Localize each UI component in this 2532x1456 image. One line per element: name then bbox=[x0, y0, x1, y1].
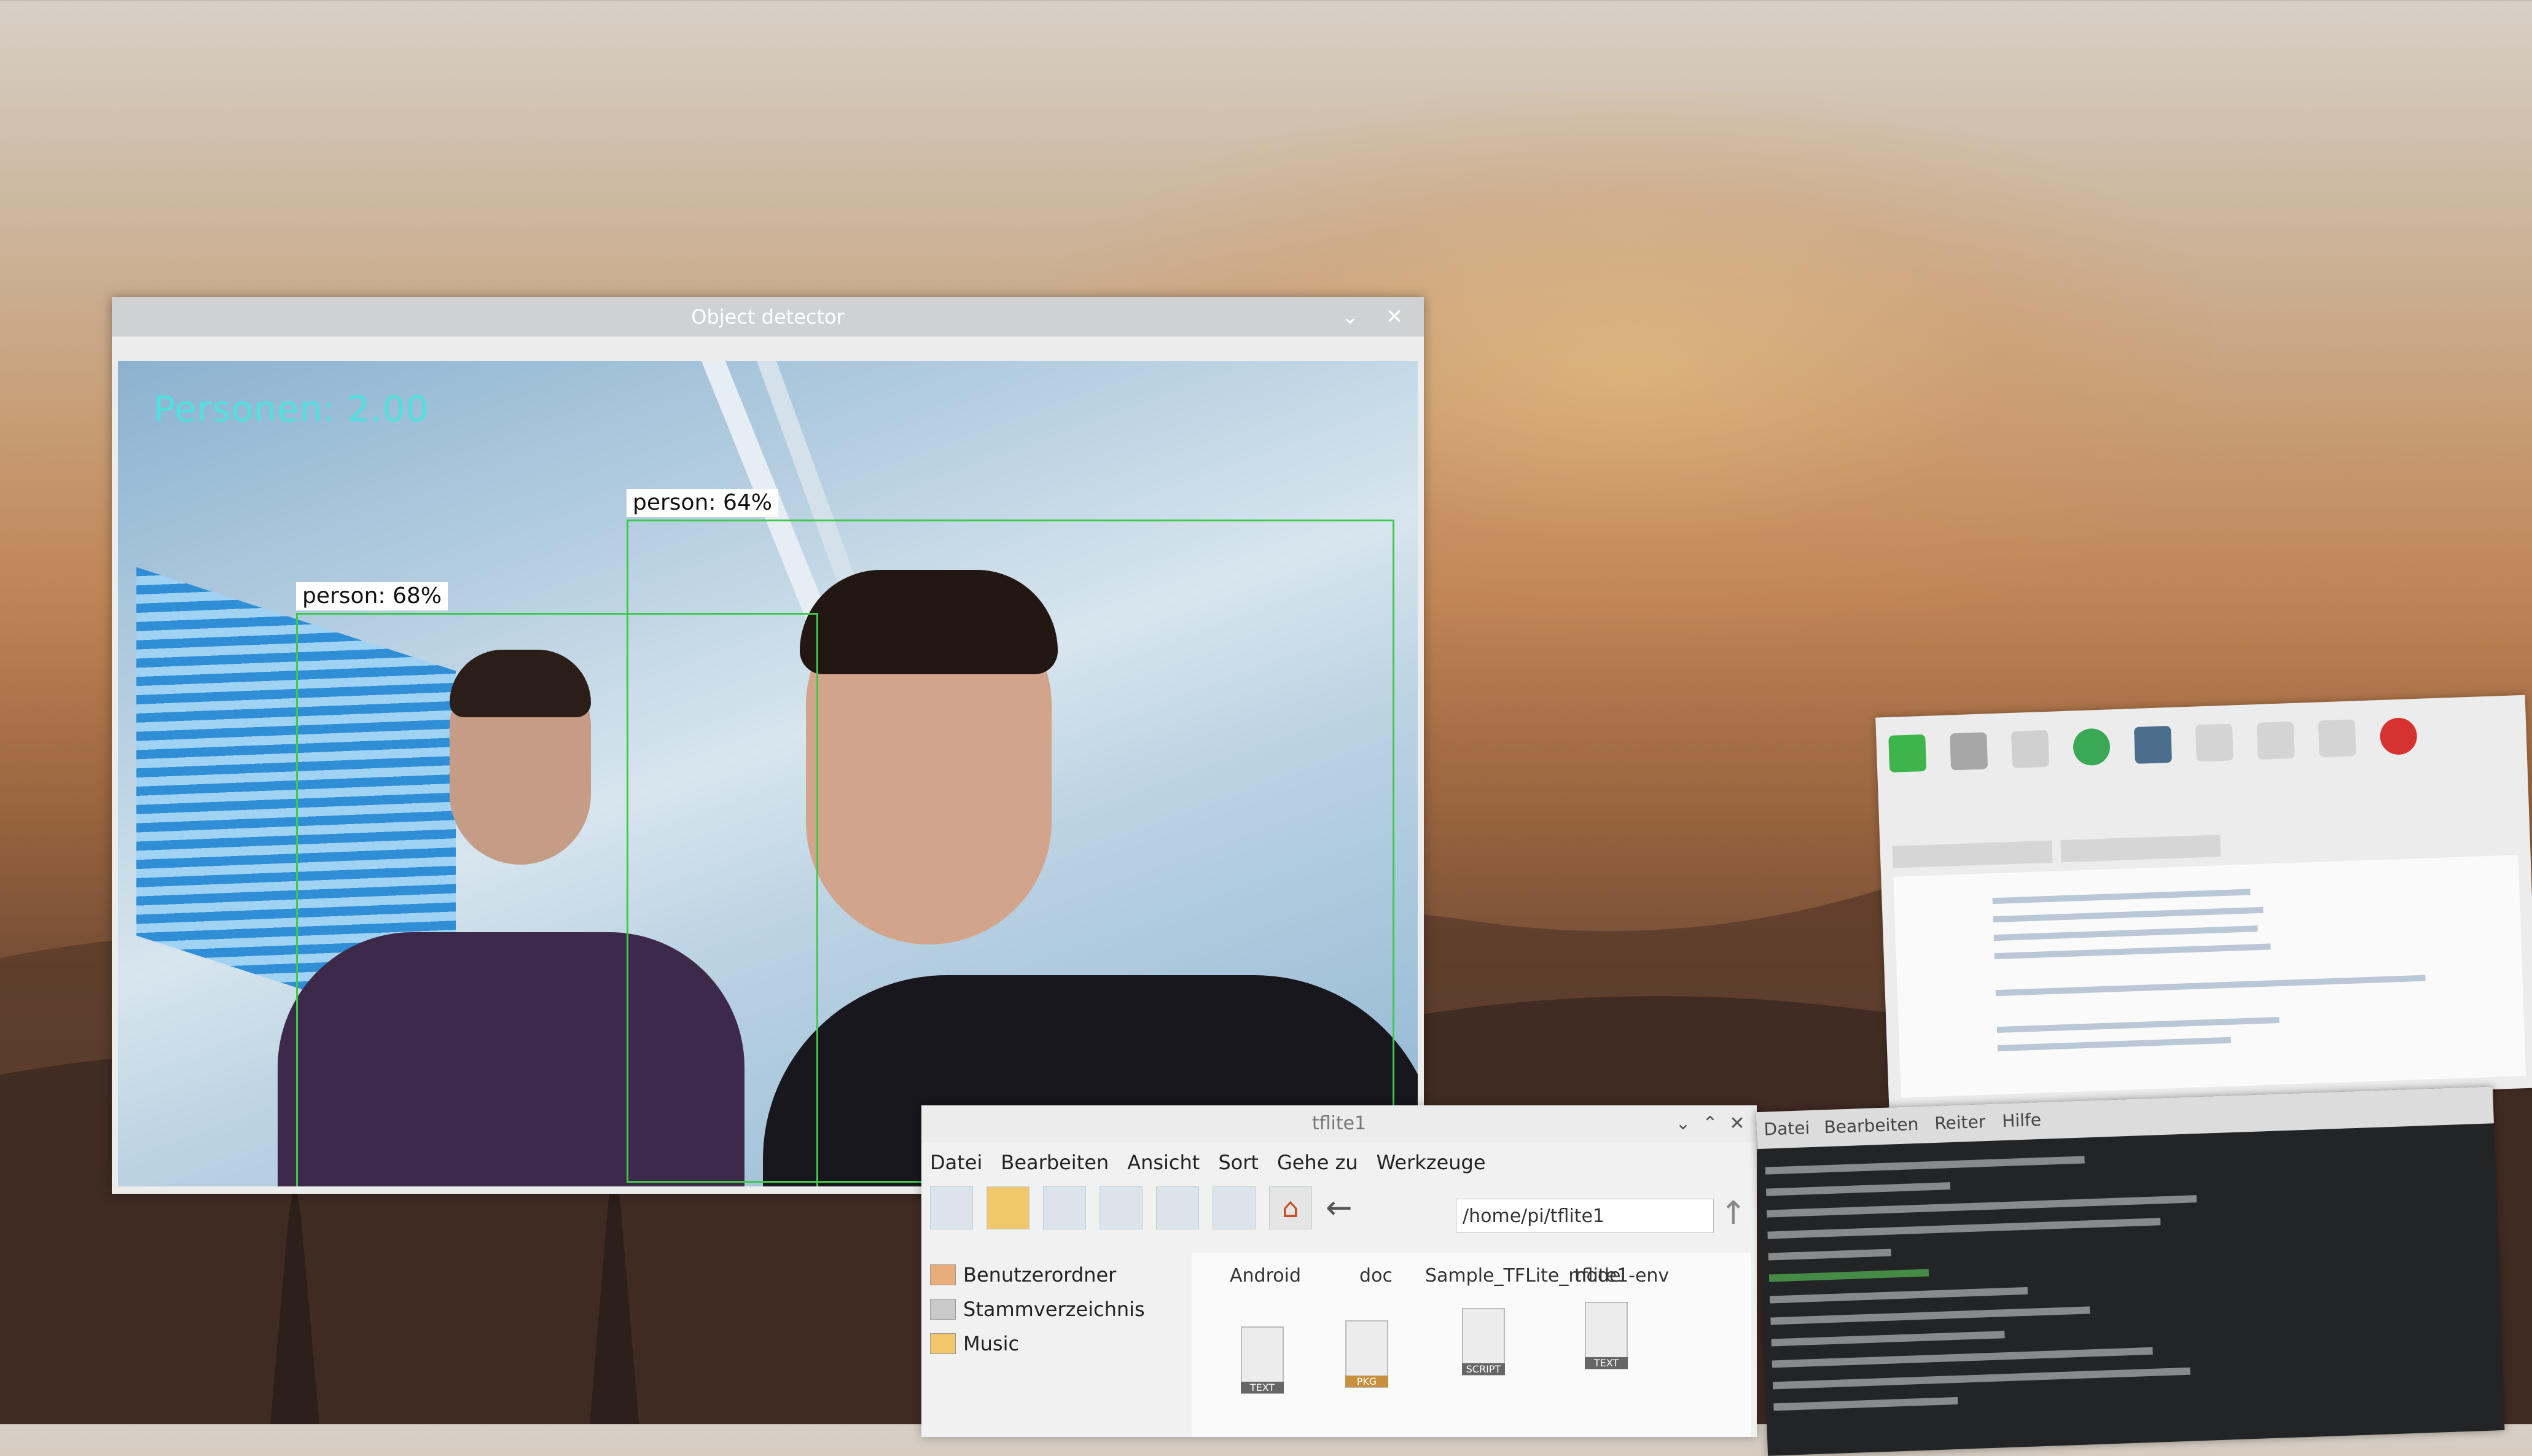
file-item-sample-tflite-model[interactable]: Sample_TFLite_model bbox=[1425, 1265, 1626, 1287]
drive-icon bbox=[930, 1299, 956, 1320]
terminal-line bbox=[1770, 1287, 2028, 1304]
up-arrow-icon[interactable]: ↑ bbox=[1720, 1195, 1747, 1232]
file-manager-titlebar[interactable]: tflite1 ⌄ ⌃ ✕ bbox=[921, 1105, 1757, 1142]
terminal-line bbox=[1767, 1195, 2197, 1218]
terminal-line bbox=[1767, 1218, 2161, 1239]
terminal-line bbox=[1772, 1367, 2190, 1390]
code-line bbox=[1993, 925, 2258, 941]
load-icon[interactable] bbox=[1950, 732, 1988, 771]
file-item-doc[interactable]: doc bbox=[1315, 1265, 1437, 1287]
file-item-android[interactable]: Android bbox=[1204, 1265, 1327, 1287]
code-area[interactable] bbox=[1893, 855, 2526, 1098]
file-manager-title: tflite1 bbox=[1311, 1113, 1367, 1134]
file-list: Android doc Sample_TFLite_model tflite1-… bbox=[1192, 1253, 1751, 1437]
detection-label-1: person: 68% bbox=[296, 582, 448, 610]
home-icon[interactable]: ⌂ bbox=[1269, 1186, 1312, 1229]
menu-hilfe[interactable]: Hilfe bbox=[2002, 1110, 2042, 1131]
file-tag: SCRIPT bbox=[1462, 1363, 1505, 1375]
menu-werkzeuge[interactable]: Werkzeuge bbox=[1377, 1151, 1486, 1174]
camera-frame: Personen: 2.00 person: 68% person: 64% bbox=[118, 361, 1418, 1186]
terminal-line bbox=[1765, 1182, 1951, 1196]
maximize-icon[interactable]: ⌃ bbox=[1698, 1105, 1722, 1142]
sidebar-item-root[interactable]: Stammverzeichnis bbox=[930, 1292, 1188, 1326]
terminal-line bbox=[1773, 1396, 1958, 1411]
object-detector-title: Object detector bbox=[691, 305, 845, 329]
menu-bearbeiten[interactable]: Bearbeiten bbox=[1001, 1151, 1109, 1174]
detection-box-2 bbox=[627, 520, 1394, 1183]
view-list-icon[interactable] bbox=[1213, 1186, 1256, 1229]
person-count-label: Personen: 2.00 bbox=[154, 388, 429, 430]
sidebar-item-label: Music bbox=[963, 1332, 1020, 1355]
sidebar-item-music[interactable]: Music bbox=[930, 1326, 1188, 1361]
editor-tab[interactable] bbox=[1892, 840, 2053, 868]
step-icon[interactable] bbox=[2195, 723, 2233, 762]
save-icon[interactable] bbox=[2011, 730, 2050, 768]
sidebar-item-home[interactable]: Benutzerordner bbox=[930, 1258, 1188, 1292]
terminal-prompt bbox=[1768, 1269, 1929, 1282]
close-icon[interactable]: ✕ bbox=[1377, 297, 1412, 337]
object-detector-window: Object detector ⌄ ✕ Personen: 2.00 perso… bbox=[112, 297, 1424, 1194]
file-tag: TEXT bbox=[1241, 1382, 1284, 1393]
menu-reiter[interactable]: Reiter bbox=[1934, 1111, 1986, 1134]
folder-icon bbox=[930, 1333, 956, 1354]
menu-datei[interactable]: Datei bbox=[930, 1151, 982, 1174]
menu-ansicht[interactable]: Ansicht bbox=[1127, 1151, 1200, 1174]
step-into-icon[interactable] bbox=[2256, 721, 2295, 760]
sidebar-item-label: Stammverzeichnis bbox=[963, 1298, 1145, 1321]
path-input[interactable]: /home/pi/tflite1 bbox=[1456, 1199, 1714, 1233]
code-line bbox=[1995, 975, 2426, 997]
terminal-line bbox=[1772, 1347, 2153, 1368]
code-line bbox=[1994, 943, 2271, 960]
step-out-icon[interactable] bbox=[2318, 719, 2356, 758]
file-manager-sidebar: Benutzerordner Stammverzeichnis Music bbox=[930, 1258, 1188, 1361]
menu-datei[interactable]: Datei bbox=[1764, 1118, 1810, 1140]
minimize-icon[interactable]: ⌄ bbox=[1671, 1105, 1695, 1142]
stop-icon[interactable] bbox=[2379, 717, 2418, 755]
detection-label-2: person: 64% bbox=[627, 489, 778, 517]
code-line bbox=[1993, 906, 2264, 923]
file-manager-window: tflite1 ⌄ ⌃ ✕ Datei Bearbeiten Ansicht S… bbox=[921, 1105, 1757, 1437]
menu-bearbeiten[interactable]: Bearbeiten bbox=[1824, 1114, 1919, 1137]
file-manager-toolbar: ⌂ ← bbox=[930, 1186, 1353, 1229]
object-detector-titlebar[interactable]: Object detector ⌄ ✕ bbox=[112, 297, 1424, 337]
code-line bbox=[1997, 1037, 2232, 1052]
home-folder-icon bbox=[930, 1264, 956, 1285]
terminal-line bbox=[1770, 1306, 2090, 1325]
terminal-line bbox=[1768, 1248, 1891, 1261]
minimize-icon[interactable]: ⌄ bbox=[1333, 297, 1367, 337]
back-arrow-icon[interactable]: ← bbox=[1326, 1189, 1353, 1226]
terminal-line bbox=[1771, 1331, 2005, 1347]
new-file-icon[interactable] bbox=[1888, 734, 1927, 773]
debug-icon[interactable] bbox=[2133, 725, 2173, 764]
view-icons-icon[interactable] bbox=[1043, 1186, 1086, 1229]
editor-tabs bbox=[1892, 835, 2221, 868]
terminal-window: Datei Bearbeiten Reiter Hilfe bbox=[1756, 1086, 2505, 1456]
menu-sort[interactable]: Sort bbox=[1218, 1151, 1259, 1174]
file-item-tflite1-env[interactable]: tflite1-env bbox=[1560, 1265, 1683, 1287]
view-thumbnails-icon[interactable] bbox=[1100, 1186, 1143, 1229]
new-window-icon[interactable] bbox=[930, 1186, 973, 1229]
code-line bbox=[1996, 1017, 2280, 1034]
file-tag: TEXT bbox=[1585, 1357, 1628, 1369]
new-folder-icon[interactable] bbox=[987, 1186, 1030, 1229]
code-editor-window bbox=[1875, 695, 2532, 1111]
view-compact-icon[interactable] bbox=[1156, 1186, 1199, 1229]
close-icon[interactable]: ✕ bbox=[1725, 1105, 1749, 1142]
terminal-line bbox=[1765, 1156, 2085, 1175]
code-line bbox=[1992, 889, 2251, 905]
file-manager-menubar: Datei Bearbeiten Ansicht Sort Gehe zu We… bbox=[930, 1151, 1486, 1174]
editor-tab[interactable] bbox=[2060, 835, 2221, 863]
menu-gehe-zu[interactable]: Gehe zu bbox=[1277, 1151, 1358, 1174]
run-icon[interactable] bbox=[2073, 728, 2111, 766]
file-tag: PKG bbox=[1345, 1376, 1388, 1387]
sidebar-item-label: Benutzerordner bbox=[963, 1263, 1117, 1287]
editor-toolbar bbox=[1888, 717, 2418, 773]
